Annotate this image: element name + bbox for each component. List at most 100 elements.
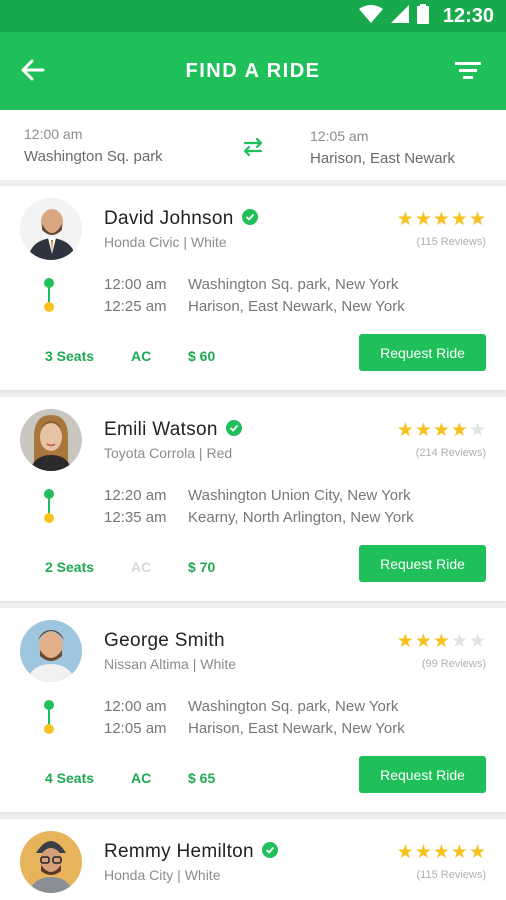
pickup-place: Washington Sq. park, New York <box>188 698 399 715</box>
driver-name-text: George Smith <box>104 630 225 651</box>
car-model: Honda City <box>104 867 174 883</box>
star-icon: ★ <box>414 842 432 863</box>
car-info: Nissan Altima | White <box>104 656 237 672</box>
star-icon: ★ <box>468 420 486 441</box>
verified-icon <box>261 842 278 858</box>
dropoff-row: 12:35 am Kearny, North Arlington, New Yor… <box>104 509 414 526</box>
route-from[interactable]: 12:00 am Washington Sq. park <box>24 126 163 165</box>
route-timeline <box>44 700 54 734</box>
avatar <box>20 409 82 471</box>
ride-price: $ 70 <box>188 559 216 575</box>
ac-indicator: AC <box>131 559 152 575</box>
pickup-time: 12:00 am <box>104 698 167 715</box>
ride-list: David Johnson Honda Civic | White ★ ★ ★ ★ ★ … <box>0 186 506 900</box>
star-icon: ★ <box>468 842 486 863</box>
dropoff-row: 12:25 am Harison, East Newark, New York <box>104 298 405 315</box>
ride-card[interactable]: George Smith Nissan Altima | White ★ ★ ★ ★ ★… <box>0 608 506 812</box>
pickup-row: 12:20 am Washington Union City, New York <box>104 487 411 504</box>
seats-count: 4 Seats <box>45 770 95 786</box>
route-summary: 12:00 am Washington Sq. park 12:05 am Ha… <box>0 110 506 180</box>
car-color: White <box>190 234 227 250</box>
app-bar: FIND A RIDE <box>0 32 506 110</box>
seats-count: 2 Seats <box>45 559 95 575</box>
star-icon: ★ <box>450 631 468 652</box>
ride-card[interactable]: Remmy Hemilton Honda City | White ★ ★ ★ ★ ★ … <box>0 819 506 900</box>
route-from-place: Washington Sq. park <box>24 148 163 165</box>
filter-button[interactable] <box>454 60 482 84</box>
star-icon: ★ <box>450 842 468 863</box>
verified-icon <box>241 209 258 225</box>
dropoff-time: 12:05 am <box>104 720 167 737</box>
wifi-icon <box>358 4 383 28</box>
car-model: Honda Civic <box>104 234 180 250</box>
car-color: Red <box>206 445 233 461</box>
ride-meta: 2 Seats AC $ 70 <box>45 559 215 575</box>
dropoff-row: 12:05 am Harison, East Newark, New York <box>104 720 405 737</box>
star-icon: ★ <box>396 631 414 652</box>
avatar <box>20 198 82 260</box>
route-to-time: 12:05 am <box>310 128 369 144</box>
rating-stars: ★ ★ ★ ★ ★ <box>397 843 486 862</box>
pickup-place: Washington Sq. park, New York <box>188 276 399 293</box>
status-time: 12:30 <box>442 4 494 27</box>
page-title: FIND A RIDE <box>185 60 321 82</box>
star-icon: ★ <box>414 420 432 441</box>
star-icon: ★ <box>450 209 468 230</box>
star-icon: ★ <box>414 631 432 652</box>
route-from-time: 12:00 am <box>24 126 83 142</box>
verified-icon <box>225 420 242 436</box>
filter-icon <box>455 60 481 85</box>
signal-icon <box>390 4 409 28</box>
star-icon: ★ <box>450 420 468 441</box>
review-count: (115 Reviews) <box>416 236 487 248</box>
pickup-time: 12:00 am <box>104 276 167 293</box>
avatar <box>20 831 82 893</box>
star-icon: ★ <box>468 209 486 230</box>
request-ride-button[interactable]: Request Ride <box>359 334 486 371</box>
battery-icon <box>416 3 429 29</box>
star-icon: ★ <box>468 631 486 652</box>
car-info: Honda City | White <box>104 867 221 883</box>
pickup-dot <box>44 489 54 499</box>
ac-indicator: AC <box>131 348 152 364</box>
dropoff-dot <box>44 724 54 734</box>
driver-name: Remmy Hemilton <box>104 841 278 863</box>
car-info: Honda Civic | White <box>104 234 227 250</box>
request-ride-button[interactable]: Request Ride <box>359 756 486 793</box>
star-icon: ★ <box>432 631 450 652</box>
ride-price: $ 60 <box>188 348 216 364</box>
review-count: (115 Reviews) <box>416 869 487 881</box>
ride-card[interactable]: David Johnson Honda Civic | White ★ ★ ★ ★ ★ … <box>0 186 506 390</box>
route-to-place: Harison, East Newark <box>310 150 456 167</box>
pickup-place: Washington Union City, New York <box>188 487 411 504</box>
ac-indicator: AC <box>131 770 152 786</box>
star-icon: ★ <box>432 420 450 441</box>
driver-name-text: David Johnson <box>104 208 234 229</box>
pickup-dot <box>44 278 54 288</box>
ride-meta: 4 Seats AC $ 65 <box>45 770 215 786</box>
status-bar: 12:30 <box>0 0 506 32</box>
route-to[interactable]: 12:05 am Harison, East Newark <box>310 128 455 167</box>
avatar <box>20 620 82 682</box>
star-icon: ★ <box>396 420 414 441</box>
request-ride-button[interactable]: Request Ride <box>359 545 486 582</box>
review-count: (99 Reviews) <box>421 658 486 670</box>
car-model: Toyota Corrola <box>104 445 196 461</box>
driver-name: George Smith <box>104 630 225 652</box>
dropoff-place: Harison, East Newark, New York <box>188 298 405 315</box>
pickup-row: 12:00 am Washington Sq. park, New York <box>104 698 398 715</box>
rating-stars: ★ ★ ★ ★ ★ <box>397 421 486 440</box>
dropoff-place: Harison, East Newark, New York <box>188 720 405 737</box>
pickup-dot <box>44 700 54 710</box>
star-icon: ★ <box>414 209 432 230</box>
dropoff-place: Kearny, North Arlington, New York <box>188 509 414 526</box>
star-icon: ★ <box>432 842 450 863</box>
star-icon: ★ <box>396 842 414 863</box>
pickup-row: 12:00 am Washington Sq. park, New York <box>104 276 398 293</box>
star-icon: ★ <box>396 209 414 230</box>
status-icons: 12:30 <box>358 0 494 32</box>
ride-card[interactable]: Emili Watson Toyota Corrola | Red ★ ★ ★ ★ ★ … <box>0 397 506 601</box>
swap-route-button[interactable] <box>241 137 265 157</box>
rating-stars: ★ ★ ★ ★ ★ <box>397 632 486 651</box>
car-color: White <box>184 867 221 883</box>
